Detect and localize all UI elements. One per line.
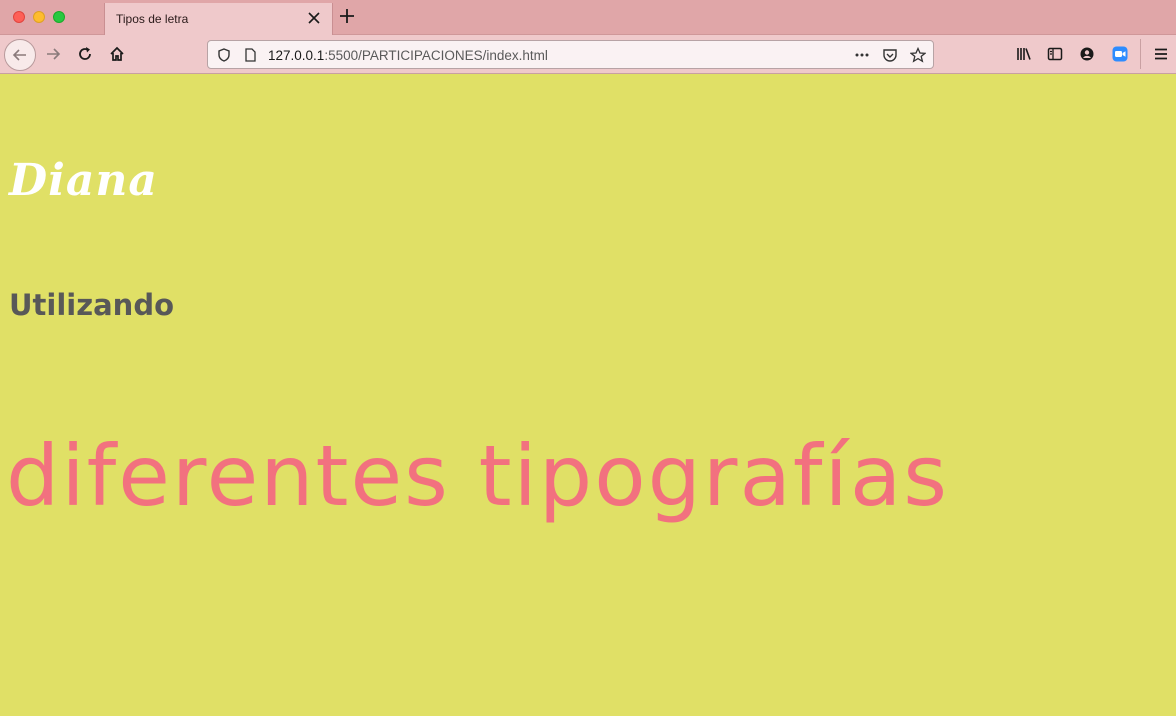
forward-arrow-icon	[47, 48, 61, 60]
sidebar-button[interactable]	[1040, 39, 1070, 69]
back-arrow-icon	[12, 49, 26, 61]
library-button[interactable]	[1009, 39, 1039, 69]
typography-heading: diferentes tipografías	[6, 427, 950, 525]
reload-icon	[79, 47, 91, 60]
address-bar[interactable]: 127.0.0.1:5500/PARTICIPACIONES/index.htm…	[207, 40, 934, 69]
tab-title: Tipos de letra	[116, 12, 189, 26]
menu-icon	[1155, 48, 1167, 60]
back-button[interactable]	[4, 39, 36, 71]
home-icon	[110, 46, 124, 61]
account-button[interactable]	[1072, 39, 1102, 69]
window-maximize-icon[interactable]	[53, 11, 65, 23]
url-host: 127.0.0.1	[268, 48, 325, 63]
nav-bar: 127.0.0.1:5500/PARTICIPACIONES/index.htm…	[0, 35, 1176, 74]
home-button[interactable]	[102, 39, 132, 69]
forward-button[interactable]	[38, 39, 68, 69]
more-icon[interactable]	[854, 47, 870, 63]
close-icon[interactable]	[306, 10, 322, 26]
toolbar-separator	[1140, 39, 1141, 69]
subtitle-heading: Utilizando	[9, 288, 175, 322]
page-content: Diana Utilizando diferentes tipografías	[0, 75, 1176, 716]
url-path: :5500/PARTICIPACIONES/index.html	[324, 48, 548, 63]
tab-active[interactable]: Tipos de letra	[104, 3, 333, 35]
window-close-icon[interactable]	[13, 11, 25, 23]
shield-icon[interactable]	[216, 47, 232, 63]
reload-button[interactable]	[70, 39, 100, 69]
star-icon[interactable]	[910, 47, 926, 63]
page-icon[interactable]	[242, 47, 258, 63]
account-icon	[1080, 47, 1094, 61]
zoom-extension-button[interactable]	[1105, 39, 1135, 69]
sidebar-icon	[1047, 47, 1063, 61]
plus-icon[interactable]	[337, 6, 357, 26]
library-icon	[1017, 48, 1031, 60]
window-minimize-icon[interactable]	[33, 11, 45, 23]
tab-strip: Tipos de letra	[0, 0, 1176, 35]
menu-button[interactable]	[1146, 39, 1176, 69]
zoom-icon	[1112, 46, 1128, 62]
url-text[interactable]: 127.0.0.1:5500/PARTICIPACIONES/index.htm…	[268, 48, 548, 63]
name-heading: Diana	[9, 155, 158, 206]
pocket-icon[interactable]	[882, 47, 898, 63]
